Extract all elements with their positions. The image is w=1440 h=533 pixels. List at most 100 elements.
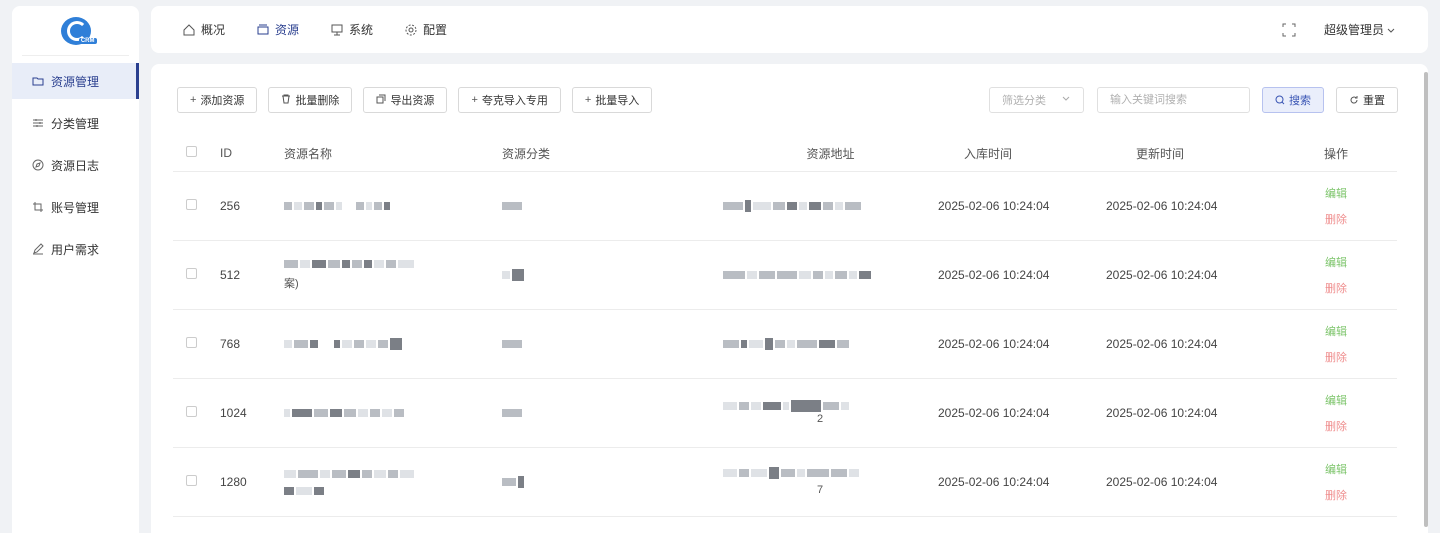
- row-created-time: 2025-02-06 10:24:04: [938, 199, 1050, 213]
- tab-label: 概况: [201, 23, 226, 37]
- edit-link[interactable]: 编辑: [1325, 461, 1347, 477]
- logo-text: CRM: [78, 37, 97, 44]
- category-select[interactable]: 筛选分类: [989, 87, 1084, 113]
- sidebar-item-label: 用户需求: [51, 242, 100, 257]
- compass-icon: [32, 159, 44, 171]
- button-label: 批量删除: [295, 95, 340, 107]
- row-checkbox[interactable]: [186, 337, 197, 348]
- trash-icon: [281, 94, 291, 107]
- row-updated-time: 2025-02-06 10:24:04: [1106, 199, 1218, 213]
- chevron-down-icon: [1386, 25, 1396, 35]
- user-name: 超级管理员: [1323, 23, 1384, 37]
- reset-button[interactable]: 重置: [1336, 87, 1398, 113]
- sidebar-item-label: 资源日志: [51, 158, 100, 173]
- table-row: 1280 7 2025-02-06 10:24:04 2025-02-06 10…: [173, 448, 1397, 517]
- tab-resource[interactable]: 资源: [257, 21, 299, 38]
- row-name-redacted: [284, 202, 502, 211]
- layers-icon: [257, 24, 269, 36]
- row-id: 1024: [220, 406, 247, 420]
- sidebar-item-resource-management[interactable]: 资源管理: [12, 63, 139, 99]
- column-header-address: 资源地址: [723, 145, 938, 162]
- row-checkbox[interactable]: [186, 475, 197, 486]
- row-checkbox[interactable]: [186, 268, 197, 279]
- plus-icon: +: [471, 94, 478, 106]
- sidebar-item-user-requests[interactable]: 用户需求: [12, 231, 139, 267]
- edit-link[interactable]: 编辑: [1325, 323, 1347, 339]
- button-label: 搜索: [1289, 95, 1311, 107]
- export-resource-button[interactable]: 导出资源: [363, 87, 448, 113]
- home-icon: [183, 23, 195, 36]
- logo[interactable]: CRM: [22, 6, 129, 56]
- chevron-down-icon: [1061, 94, 1071, 107]
- tab-label: 系统: [349, 23, 374, 37]
- delete-link[interactable]: 删除: [1325, 487, 1347, 503]
- row-category-redacted: [502, 340, 723, 349]
- column-header-address-label: 资源地址: [806, 146, 855, 161]
- edit-link[interactable]: 编辑: [1325, 185, 1347, 201]
- column-header-ops: 操作: [1323, 146, 1348, 161]
- row-id: 256: [220, 199, 241, 213]
- tab-system[interactable]: 系统: [331, 21, 373, 38]
- sliders-icon: [32, 117, 44, 129]
- sidebar-item-account-management[interactable]: 账号管理: [12, 189, 139, 225]
- row-category-redacted: [502, 409, 723, 418]
- column-header-created: 入库时间: [964, 146, 1013, 161]
- row-created-time: 2025-02-06 10:24:04: [938, 268, 1050, 282]
- select-placeholder: 筛选分类: [1002, 95, 1046, 107]
- table-row: 512 案) 2025-02-06 10:24:04 2025-02-06 10…: [173, 241, 1397, 310]
- edit-link[interactable]: 编辑: [1325, 254, 1347, 270]
- row-updated-time: 2025-02-06 10:24:04: [1106, 268, 1218, 282]
- row-address-redacted: [723, 338, 938, 350]
- tab-overview[interactable]: 概况: [183, 21, 225, 38]
- column-header-category: 资源分类: [502, 146, 551, 161]
- keyword-search-input[interactable]: [1097, 87, 1250, 113]
- delete-link[interactable]: 删除: [1325, 349, 1347, 365]
- row-checkbox[interactable]: [186, 199, 197, 210]
- edit-link[interactable]: 编辑: [1325, 392, 1347, 408]
- add-resource-button[interactable]: + 添加资源: [177, 87, 258, 113]
- table-row: 768 2025-02-06 10:24:04 2025-02-06 10:24…: [173, 310, 1397, 379]
- row-id: 768: [220, 337, 241, 351]
- row-name-redacted: 案): [284, 260, 502, 291]
- row-updated-time: 2025-02-06 10:24:04: [1106, 406, 1218, 420]
- batch-import-button[interactable]: + 批量导入: [571, 87, 653, 113]
- row-name-redacted: [284, 409, 502, 418]
- row-address-redacted: 7: [723, 467, 938, 496]
- delete-link[interactable]: 删除: [1325, 280, 1347, 296]
- row-address-redacted: [723, 200, 938, 212]
- row-address-redacted: [723, 271, 938, 280]
- row-created-time: 2025-02-06 10:24:04: [938, 406, 1050, 420]
- row-name-redacted: [284, 338, 502, 350]
- delete-link[interactable]: 删除: [1325, 418, 1347, 434]
- sidebar-item-label: 账号管理: [51, 200, 100, 215]
- row-id: 1280: [220, 475, 247, 489]
- row-created-time: 2025-02-06 10:24:04: [938, 337, 1050, 351]
- user-menu[interactable]: 超级管理员: [1324, 21, 1396, 38]
- crm-logo-icon: CRM: [60, 16, 97, 45]
- sidebar-item-category-management[interactable]: 分类管理: [12, 105, 139, 141]
- button-label: 添加资源: [200, 95, 245, 107]
- search-icon: [1275, 95, 1285, 105]
- filter-bar: 筛选分类 搜索 重置: [989, 87, 1398, 113]
- sidebar-nav: 资源管理 分类管理 资源日志 账号管理 用户需求: [12, 63, 139, 267]
- vertical-scrollbar[interactable]: [1424, 72, 1428, 527]
- delete-link[interactable]: 删除: [1325, 211, 1347, 227]
- kuake-import-button[interactable]: + 夸克导入专用: [458, 87, 561, 113]
- row-address-redacted: 2: [723, 399, 938, 425]
- row-checkbox[interactable]: [186, 406, 197, 417]
- row-address-extra: 7: [817, 483, 824, 496]
- row-category-redacted: [502, 269, 723, 281]
- button-label: 导出资源: [390, 95, 435, 107]
- sidebar-item-resource-log[interactable]: 资源日志: [12, 147, 139, 183]
- refresh-icon: [1349, 95, 1359, 105]
- column-header-updated: 更新时间: [1136, 146, 1185, 161]
- row-updated-time: 2025-02-06 10:24:04: [1106, 337, 1218, 351]
- button-label: 批量导入: [595, 95, 640, 107]
- batch-delete-button[interactable]: 批量删除: [268, 87, 353, 113]
- select-all-checkbox[interactable]: [186, 146, 197, 157]
- search-button[interactable]: 搜索: [1262, 87, 1324, 113]
- fullscreen-icon[interactable]: [1282, 23, 1296, 37]
- row-address-extra: 2: [817, 413, 824, 425]
- row-updated-time: 2025-02-06 10:24:04: [1106, 475, 1218, 489]
- tab-config[interactable]: 配置: [405, 21, 447, 38]
